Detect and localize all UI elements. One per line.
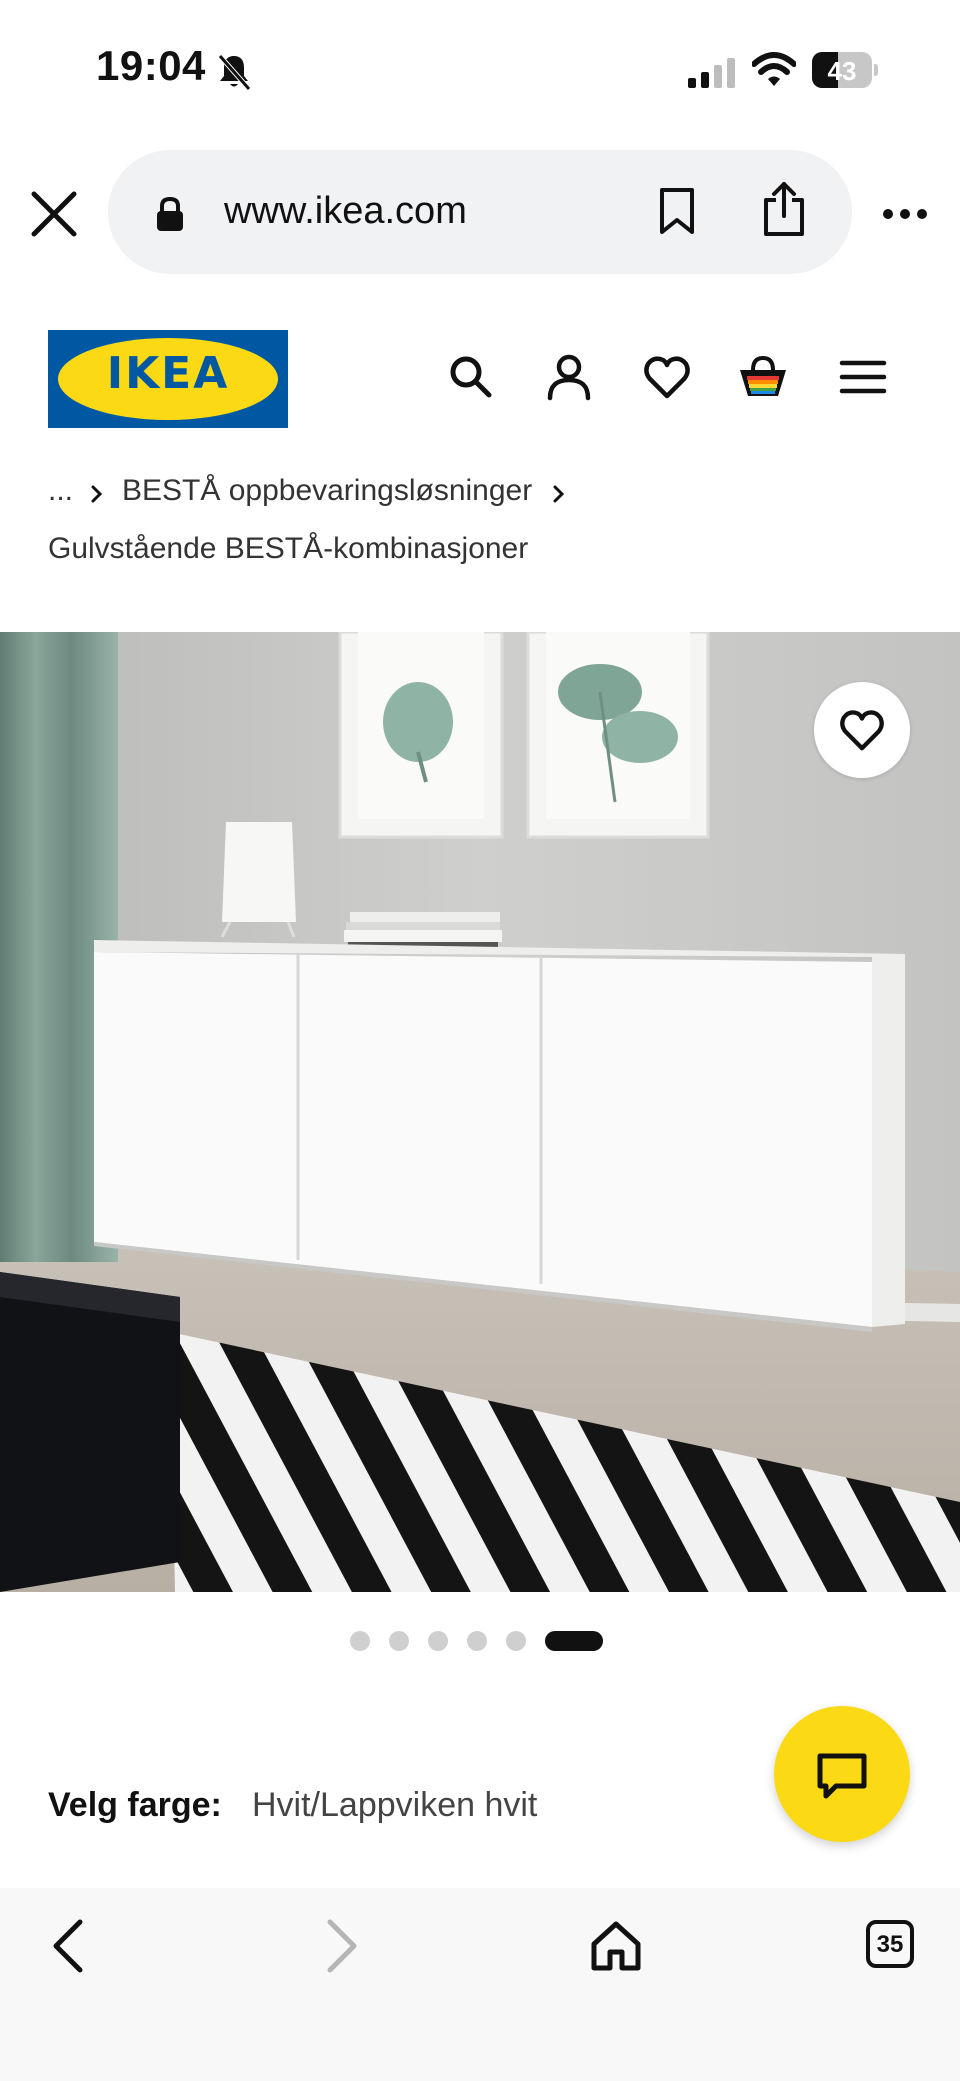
tabs-count: 35 [876, 1931, 904, 1958]
account-icon[interactable] [544, 352, 594, 402]
pager-dot-active[interactable] [545, 1631, 603, 1651]
pager-dot[interactable] [350, 1631, 370, 1651]
search-icon[interactable] [446, 352, 496, 402]
status-time: 19:04 [96, 42, 206, 89]
menu-icon[interactable] [838, 352, 888, 402]
forward-icon[interactable] [324, 1918, 360, 1974]
color-value: Hvit/Lappviken hvit [252, 1786, 538, 1824]
close-icon[interactable] [28, 188, 80, 240]
color-label: Velg farge: [48, 1786, 222, 1824]
home-icon[interactable] [590, 1918, 642, 1974]
wishlist-heart-icon[interactable] [642, 352, 692, 402]
tabs-button[interactable]: 35 [866, 1920, 914, 1968]
lock-icon [157, 196, 183, 231]
save-to-favorites-button[interactable] [814, 682, 910, 778]
breadcrumb-ellipsis[interactable]: ... [48, 474, 73, 508]
chat-bubble-icon [817, 1753, 867, 1799]
product-image[interactable] [0, 632, 960, 1592]
share-icon[interactable] [762, 180, 806, 238]
shopping-bag-icon[interactable] [738, 352, 788, 402]
pager-dot[interactable] [428, 1631, 448, 1651]
cellular-signal-icon [688, 58, 735, 88]
breadcrumb-current[interactable]: Gulvstående BESTÅ-kombinasjoner [48, 532, 528, 566]
logo-text: IKEA [106, 348, 230, 399]
wifi-icon [752, 52, 796, 86]
battery-percent: 43 [827, 56, 857, 86]
battery-indicator: 43 [812, 52, 878, 88]
more-options-icon[interactable] [882, 204, 928, 224]
url-text[interactable]: www.ikea.com [224, 190, 467, 233]
chevron-right-icon [553, 485, 565, 503]
pager-dot[interactable] [389, 1631, 409, 1651]
bookmark-icon[interactable] [656, 186, 698, 236]
chevron-right-icon [91, 485, 103, 503]
address-bar[interactable] [108, 150, 852, 274]
breadcrumb-category[interactable]: BESTÅ oppbevaringsløsninger [122, 474, 532, 508]
pager-dot[interactable] [467, 1631, 487, 1651]
bell-muted-icon [218, 54, 251, 91]
heart-icon [840, 710, 884, 751]
ikea-logo[interactable]: IKEA ® [48, 330, 288, 428]
browser-bottom-toolbar [0, 1888, 960, 2081]
back-icon[interactable] [50, 1918, 86, 1974]
image-pager[interactable] [350, 1630, 603, 1652]
pager-dot[interactable] [506, 1631, 526, 1651]
chat-button[interactable] [774, 1706, 910, 1842]
